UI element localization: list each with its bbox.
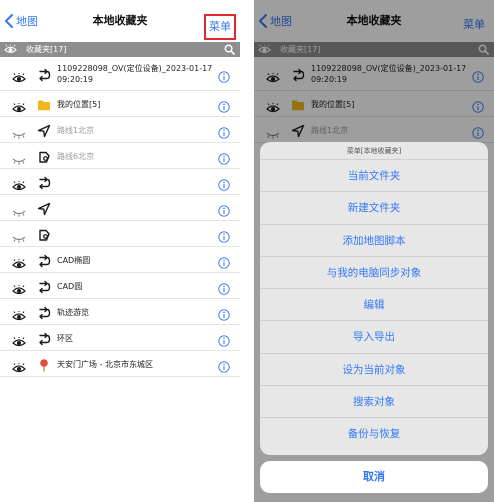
- favorite-name: 环区: [57, 333, 73, 343]
- favorite-name: CAD椭圆: [57, 255, 91, 265]
- route-icon: [37, 67, 51, 82]
- menu-option[interactable]: 与我的电脑同步对象: [260, 257, 488, 290]
- favorite-row[interactable]: 环区: [0, 325, 240, 351]
- info-icon[interactable]: [218, 176, 230, 191]
- map-pin-icon: [37, 357, 51, 372]
- back-button[interactable]: 地图: [4, 13, 38, 29]
- favorite-name: 1109228098_OV(定位设备)_2023-01-17 09:20:19: [57, 64, 213, 84]
- eye-icon[interactable]: [12, 69, 26, 82]
- eye-icon[interactable]: [12, 359, 26, 372]
- favorite-name: 路线6北京: [57, 151, 95, 161]
- favorite-row[interactable]: 天安门广场 - 北京市东城区: [0, 351, 240, 377]
- favorite-name: CAD圆: [57, 281, 83, 291]
- info-icon[interactable]: [218, 150, 230, 165]
- eye-closed-icon[interactable]: [12, 125, 26, 139]
- menu-option[interactable]: 备份与恢复: [260, 418, 488, 450]
- favorites-screen-with-menu: 地图 本地收藏夹 菜单 收藏夹[17] 1109228098_OV(定位设备)_…: [254, 0, 494, 502]
- info-icon[interactable]: [218, 68, 230, 83]
- eye-icon[interactable]: [12, 281, 26, 294]
- favorite-row[interactable]: [0, 221, 240, 247]
- polygon-icon: [37, 227, 51, 241]
- info-icon[interactable]: [218, 124, 230, 139]
- favorite-name: 路线1北京: [57, 125, 95, 135]
- menu-button[interactable]: 菜单: [204, 14, 236, 40]
- polygon-icon: [37, 149, 51, 163]
- favorite-name: 天安门广场 - 北京市东城区: [57, 359, 153, 369]
- navigation-arrow-icon: [37, 123, 51, 138]
- route-icon: [37, 305, 51, 320]
- favorite-row[interactable]: 1109228098_OV(定位设备)_2023-01-17 09:20:19: [0, 57, 240, 91]
- favorite-row[interactable]: 路线1北京: [0, 117, 240, 143]
- menu-option[interactable]: 设为当前对象: [260, 354, 488, 387]
- eye-icon[interactable]: [12, 307, 26, 320]
- info-icon[interactable]: [218, 98, 230, 113]
- info-icon[interactable]: [218, 202, 230, 217]
- eye-icon[interactable]: [12, 333, 26, 346]
- folder-header-bar: 收藏夹[17]: [0, 42, 240, 57]
- menu-option[interactable]: 搜索对象: [260, 386, 488, 419]
- menu-option[interactable]: 添加地图脚本: [260, 225, 488, 257]
- eye-icon[interactable]: [12, 177, 26, 190]
- info-icon[interactable]: [218, 228, 230, 243]
- info-icon[interactable]: [218, 358, 230, 373]
- route-icon: [37, 253, 51, 268]
- menu-option[interactable]: 编辑: [260, 289, 488, 322]
- menu-option[interactable]: 新建文件夹: [260, 192, 488, 225]
- info-icon[interactable]: [218, 306, 230, 321]
- menu-option[interactable]: 当前文件夹: [260, 160, 488, 193]
- nav-bar: 地图 本地收藏夹 菜单: [0, 0, 240, 40]
- eye-closed-icon[interactable]: [12, 151, 26, 165]
- route-icon: [37, 279, 51, 294]
- navigation-arrow-icon: [37, 201, 51, 216]
- eye-icon[interactable]: [12, 99, 26, 112]
- info-icon[interactable]: [218, 280, 230, 295]
- favorite-row[interactable]: [0, 195, 240, 221]
- route-icon: [37, 331, 51, 346]
- action-sheet: 菜单[本地收藏夹] 当前文件夹 新建文件夹 添加地图脚本 与我的电脑同步对象 编辑 导入导…: [260, 142, 488, 455]
- menu-option[interactable]: 导入导出: [260, 321, 488, 354]
- eye-closed-icon[interactable]: [12, 203, 26, 217]
- favorite-row[interactable]: CAD圆: [0, 273, 240, 299]
- action-sheet-title: 菜单[本地收藏夹]: [260, 142, 488, 160]
- folder-row[interactable]: 我的位置[5]: [0, 91, 240, 117]
- back-label: 地图: [16, 15, 38, 28]
- folder-count-label: 收藏夹[17]: [26, 45, 67, 54]
- cancel-button[interactable]: 取消: [260, 461, 488, 493]
- eye-icon[interactable]: [12, 255, 26, 268]
- eye-closed-icon[interactable]: [12, 229, 26, 243]
- route-icon: [37, 175, 51, 190]
- search-icon[interactable]: [224, 44, 235, 55]
- favorite-row[interactable]: CAD椭圆: [0, 247, 240, 273]
- favorite-name: 轨迹游览: [57, 307, 89, 317]
- info-icon[interactable]: [218, 332, 230, 347]
- folder-icon: [37, 97, 51, 111]
- favorite-name: 我的位置[5]: [57, 99, 101, 109]
- favorite-row[interactable]: 路线6北京: [0, 143, 240, 169]
- eye-icon[interactable]: [4, 44, 17, 55]
- chevron-left-icon: [5, 14, 13, 28]
- favorite-row[interactable]: [0, 169, 240, 195]
- favorite-row[interactable]: 轨迹游览: [0, 299, 240, 325]
- info-icon[interactable]: [218, 254, 230, 269]
- favorites-screen: 地图 本地收藏夹 菜单 收藏夹[17] 1109228098_OV(定位设备)_…: [0, 0, 240, 502]
